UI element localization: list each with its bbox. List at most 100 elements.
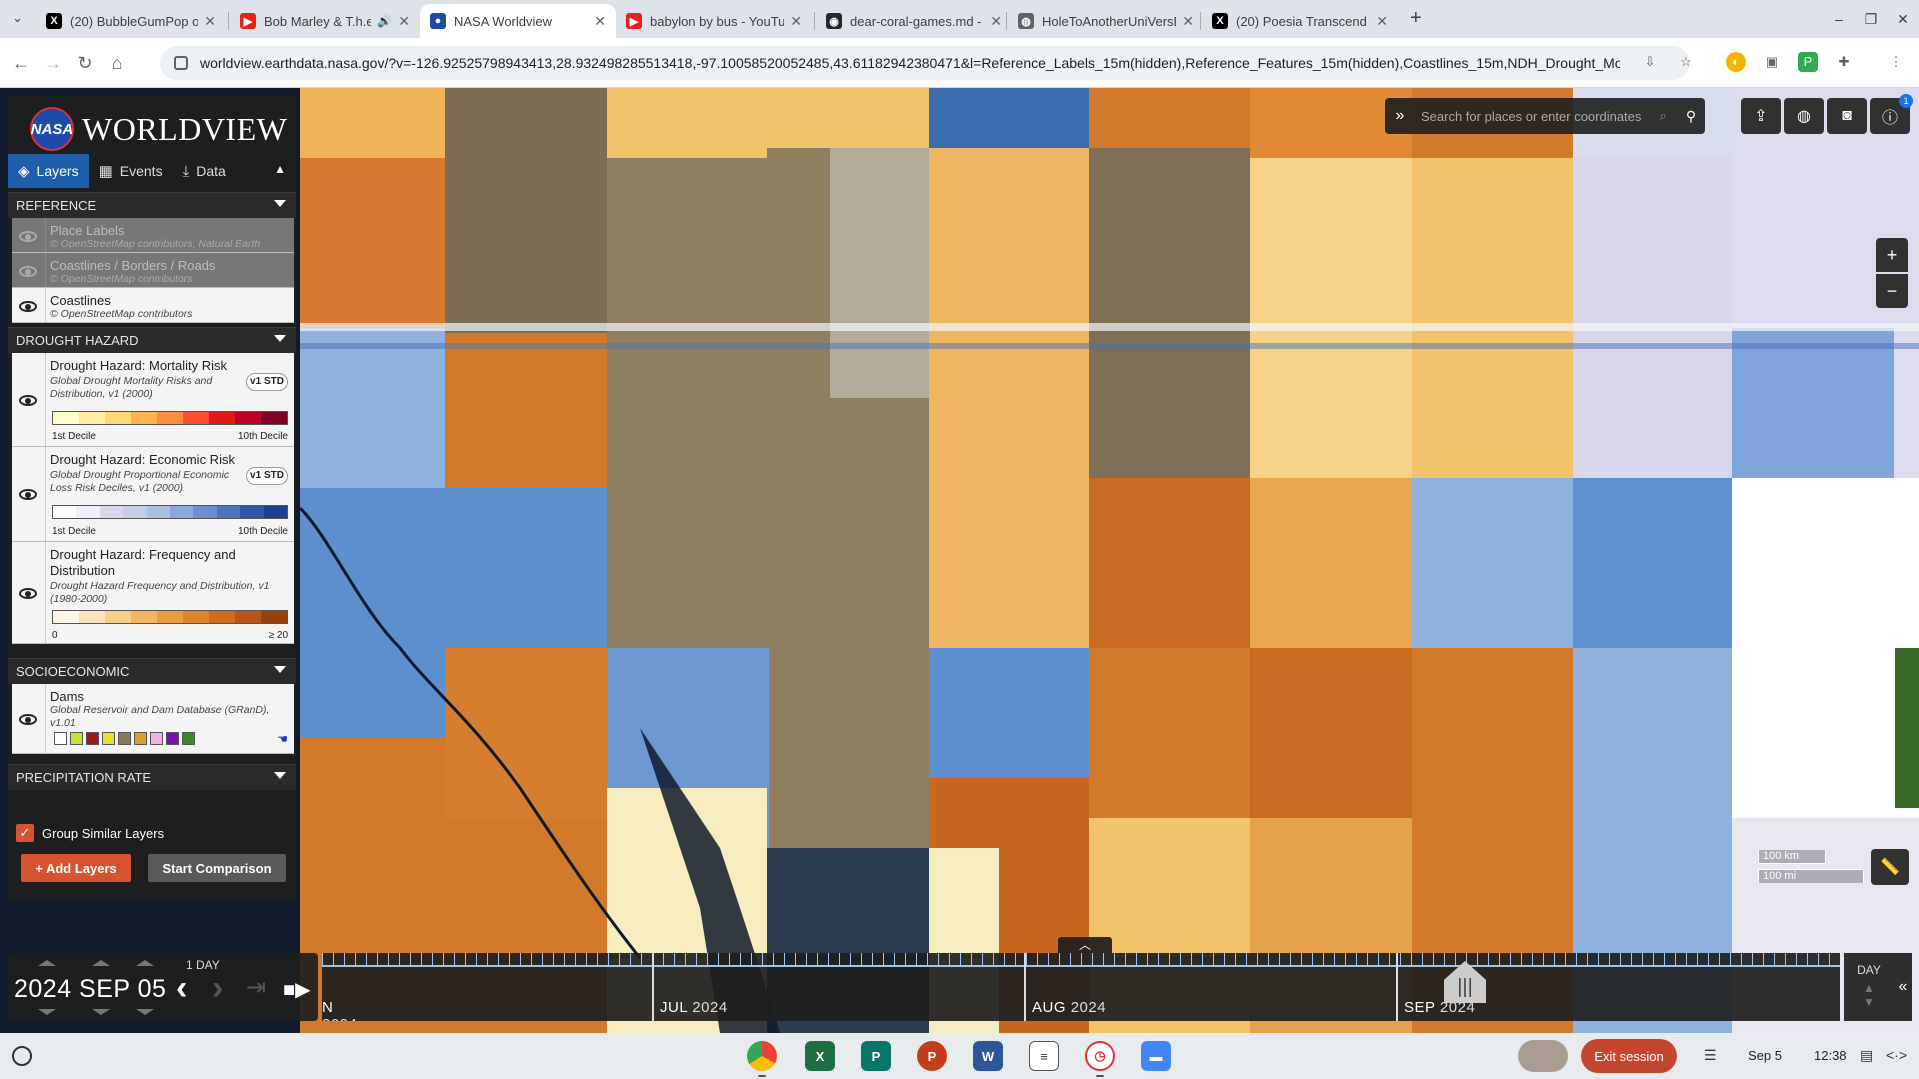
snapshot-button[interactable]: ◙: [1827, 98, 1867, 134]
timeline-hide-button[interactable]: «: [1894, 953, 1912, 1021]
tab-bob-marley[interactable]: ▶ Bob Marley & T.h.e.Wailers 🔊 ✕: [230, 4, 420, 38]
publisher-icon[interactable]: P: [861, 1041, 891, 1071]
site-info-icon[interactable]: [174, 56, 188, 70]
tab-dear-coral-games[interactable]: ◉ dear-coral-games.md - ricotha ✕: [816, 4, 1012, 38]
zoom-out-button[interactable]: −: [1876, 274, 1908, 308]
playlist-icon[interactable]: ☰: [1704, 1047, 1717, 1064]
extension-icon[interactable]: ◐: [1726, 52, 1746, 72]
close-icon[interactable]: ✕: [1376, 13, 1388, 30]
forward-icon[interactable]: →: [40, 50, 66, 76]
eye-icon[interactable]: [17, 708, 39, 730]
timeline-zoom-selector[interactable]: DAY ▲ ▼: [1844, 953, 1894, 1021]
search-input[interactable]: Search for places or enter coordinates: [1415, 109, 1649, 124]
date-display[interactable]: 2024 SEP 05: [14, 975, 166, 1004]
checkmark-icon[interactable]: ✓: [16, 824, 34, 842]
eye-off-icon[interactable]: [17, 260, 39, 282]
close-icon[interactable]: ✕: [790, 13, 802, 30]
eye-off-icon[interactable]: [17, 225, 39, 247]
exit-session-button[interactable]: Exit session: [1581, 1039, 1677, 1073]
close-window-icon[interactable]: ✕: [1887, 11, 1919, 28]
version-badge[interactable]: v1 STD: [246, 467, 288, 485]
chevron-down-icon[interactable]: [274, 335, 286, 342]
minimize-icon[interactable]: –: [1823, 11, 1855, 27]
group-header-precipitation-rate[interactable]: PRECIPITATION RATE: [8, 764, 296, 790]
month-down-arrow[interactable]: [92, 1009, 110, 1015]
puzzle-icon[interactable]: ✚: [1834, 52, 1854, 72]
avatar[interactable]: [1518, 1040, 1568, 1072]
layer-coastlines-borders-roads[interactable]: Coastlines / Borders / Roads © OpenStree…: [12, 253, 294, 288]
tab-events[interactable]: ▦ Events: [89, 154, 173, 188]
chevron-down-icon[interactable]: [274, 200, 286, 207]
menu-icon[interactable]: ⋮: [1886, 52, 1906, 72]
shelf-date[interactable]: Sep 5: [1748, 1048, 1782, 1063]
tab-data[interactable]: ⤓ Data: [173, 154, 236, 188]
add-layers-button[interactable]: + Add Layers: [21, 854, 131, 882]
timer-icon[interactable]: ◷: [1085, 1041, 1115, 1071]
timeline-expand-button[interactable]: ︿: [1058, 937, 1112, 953]
zoom-in-button[interactable]: +: [1876, 238, 1908, 272]
word-icon[interactable]: W: [973, 1041, 1003, 1071]
chevron-down-icon[interactable]: [274, 666, 286, 673]
files-icon[interactable]: ▬: [1141, 1041, 1171, 1071]
eye-icon[interactable]: [17, 582, 39, 604]
projection-button[interactable]: ◍: [1784, 98, 1824, 134]
next-day-icon[interactable]: ›: [212, 969, 223, 1008]
close-icon[interactable]: ✕: [398, 13, 410, 30]
shelf-time[interactable]: 12:38: [1814, 1048, 1847, 1063]
layer-place-labels[interactable]: Place Labels © OpenStreetMap contributor…: [12, 218, 294, 253]
eye-icon[interactable]: [17, 295, 39, 317]
eye-icon[interactable]: [17, 389, 39, 411]
code-icon[interactable]: <·>: [1886, 1047, 1907, 1063]
extension-icon[interactable]: P: [1798, 52, 1818, 72]
excel-icon[interactable]: X: [805, 1041, 835, 1071]
search-icon[interactable]: ⌕: [1649, 108, 1677, 124]
reload-icon[interactable]: ↻: [72, 50, 98, 76]
close-icon[interactable]: ✕: [990, 13, 1002, 30]
extension-icon[interactable]: ▣: [1762, 52, 1782, 72]
measure-button[interactable]: 📏: [1871, 849, 1909, 885]
close-icon[interactable]: ✕: [1182, 13, 1194, 30]
launcher-icon[interactable]: [12, 1046, 32, 1066]
day-up-arrow[interactable]: [136, 960, 154, 966]
bookmark-star-icon[interactable]: ☆: [1676, 52, 1696, 72]
jump-to-latest-icon[interactable]: ⇥: [246, 973, 266, 1002]
close-icon[interactable]: ✕: [204, 13, 216, 30]
start-comparison-button[interactable]: Start Comparison: [148, 854, 286, 882]
language-icon[interactable]: ▤: [1860, 1047, 1873, 1064]
month-up-arrow[interactable]: [92, 960, 110, 966]
new-tab-button[interactable]: +: [1410, 7, 1422, 30]
maximize-icon[interactable]: ❐: [1855, 11, 1887, 28]
timeline-axis[interactable]: N 2024 JUL 2024 AUG 2024 SEP 2024 |||: [322, 953, 1840, 1021]
chevron-right-icon[interactable]: »: [1385, 107, 1415, 125]
video-camera-icon[interactable]: ■▶: [283, 977, 310, 1002]
back-icon[interactable]: ←: [8, 50, 34, 76]
group-header-socioeconomic[interactable]: SOCIOECONOMIC: [8, 658, 296, 684]
group-header-reference[interactable]: REFERENCE: [8, 192, 296, 218]
layer-drought-economic-risk[interactable]: Drought Hazard: Economic Risk Global Dro…: [12, 447, 294, 542]
layer-dams[interactable]: Dams Global Reservoir and Dam Database (…: [12, 684, 294, 754]
group-header-drought-hazard[interactable]: DROUGHT HAZARD: [8, 327, 296, 353]
layer-drought-mortality-risk[interactable]: Drought Hazard: Mortality Risk Global Dr…: [12, 353, 294, 447]
tab-bubblegumpop[interactable]: X (20) BubbleGumPop on X: "@J ✕: [36, 4, 226, 38]
year-down-arrow[interactable]: [38, 1009, 56, 1015]
chrome-icon[interactable]: [747, 1041, 777, 1071]
tab-nasa-worldview[interactable]: ● NASA Worldview ✕: [420, 4, 616, 38]
tab-babylon-by-bus[interactable]: ▶ babylon by bus - YouTube ✕: [616, 4, 812, 38]
tab-hole-to-another-universe[interactable]: ◍ HoleToAnotherUniVersE | ./Ho ✕: [1008, 4, 1204, 38]
timeline-drag-handle[interactable]: |||: [1444, 961, 1486, 1003]
group-similar-layers-checkbox[interactable]: ✓ Group Similar Layers: [16, 824, 164, 842]
address-bar[interactable]: worldview.earthdata.nasa.gov/?v=-126.925…: [160, 46, 1690, 80]
powerpoint-icon[interactable]: P: [917, 1041, 947, 1071]
zoom-arrows-icon[interactable]: ▲ ▼: [1844, 981, 1894, 1009]
eye-icon[interactable]: [17, 483, 39, 505]
location-search-bar[interactable]: » Search for places or enter coordinates…: [1385, 98, 1705, 134]
location-pin-icon[interactable]: ⚲: [1677, 108, 1705, 125]
worldview-logo[interactable]: NASA WORLDVIEW: [30, 106, 290, 152]
day-down-arrow[interactable]: [136, 1009, 154, 1015]
year-up-arrow[interactable]: [38, 960, 56, 966]
layer-coastlines[interactable]: Coastlines © OpenStreetMap contributors: [12, 288, 294, 323]
version-badge[interactable]: v1 STD: [246, 373, 288, 391]
install-app-icon[interactable]: ⇩: [1640, 52, 1660, 72]
home-icon[interactable]: ⌂: [104, 50, 130, 76]
layer-drought-frequency[interactable]: Drought Hazard: Frequency and Distributi…: [12, 542, 294, 644]
